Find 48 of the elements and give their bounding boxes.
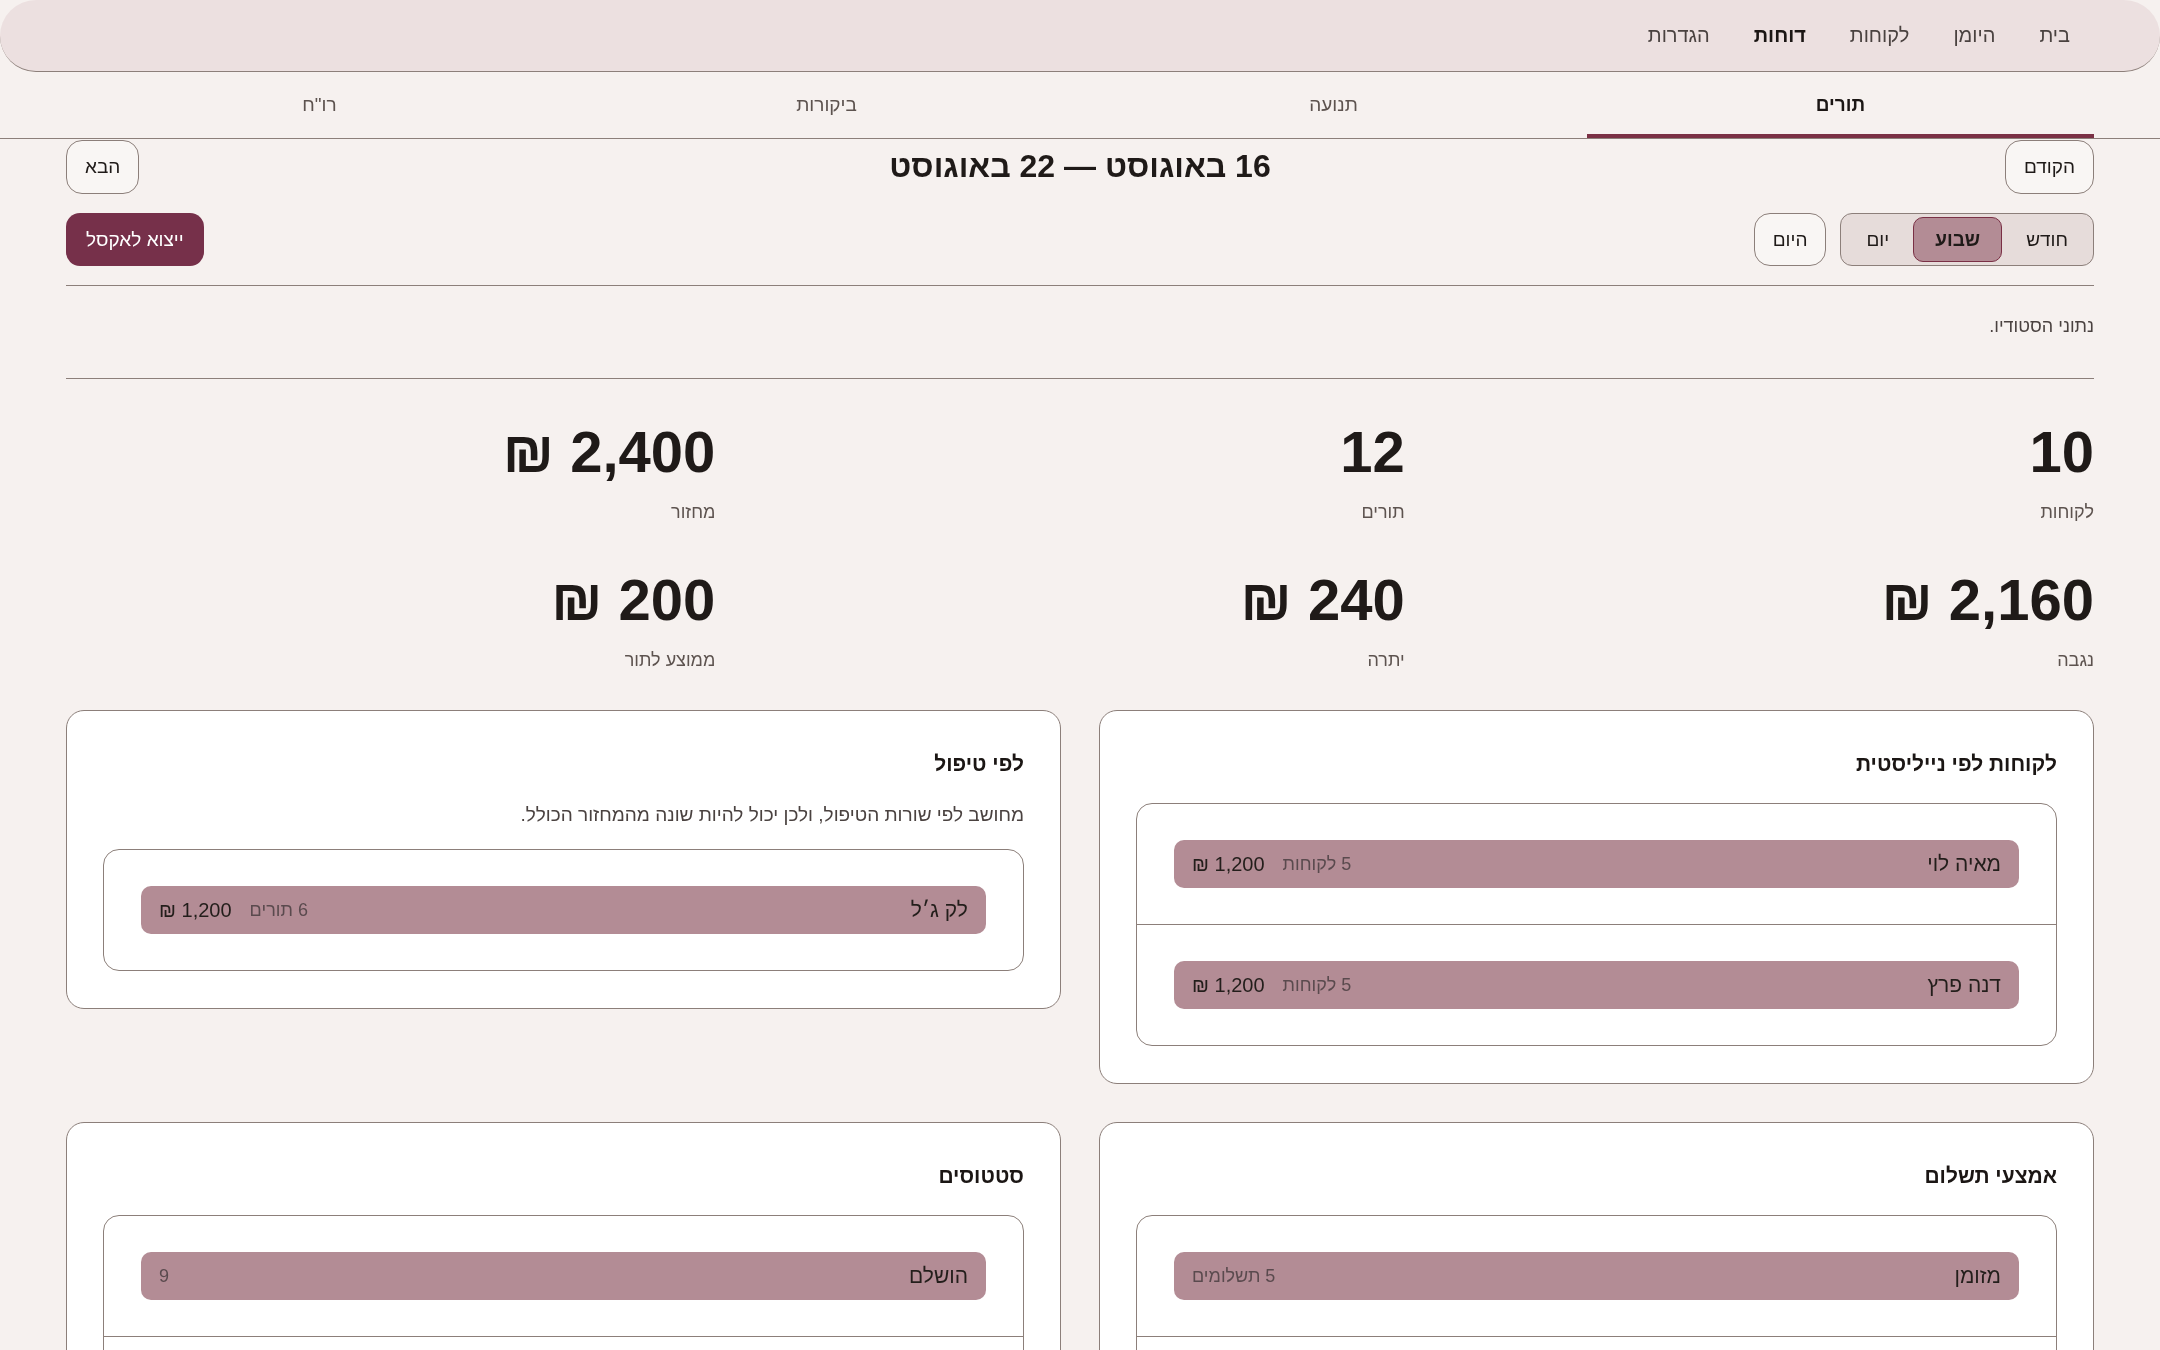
export-button[interactable]: ייצוא לאקסל xyxy=(66,213,204,266)
card-title: לפי טיפול xyxy=(933,751,1024,777)
card-title: אמצעי תשלום xyxy=(1923,1163,2057,1189)
bar-count: 5 לקוחות xyxy=(1282,974,1352,996)
nav-link[interactable]: לקוחות xyxy=(1849,24,1910,47)
bar-count: 5 לקוחות xyxy=(1282,853,1352,875)
nav-link[interactable]: היומן xyxy=(1953,24,1996,47)
bar-count: 5 תשלומים xyxy=(1192,1265,1276,1287)
range-option[interactable]: חודש xyxy=(2004,217,2090,262)
stat-value: 2,400 ₪ xyxy=(502,418,716,486)
bar-amount: 1,200 ₪ xyxy=(159,898,232,922)
bar-amount: 1,200 ₪ xyxy=(1192,973,1265,997)
previous-button[interactable]: הקודם xyxy=(2004,139,2094,194)
range-option[interactable]: שבוע xyxy=(1913,217,2003,262)
stat-value: 12 xyxy=(1340,418,1405,486)
stat-value: 200 ₪ xyxy=(551,566,716,634)
card-description: מחושב לפי שורות הטיפול, ולכן יכול להיות שונה מהמחזור הכולל. xyxy=(519,803,1024,827)
note-text: נתוני הסטודיו. xyxy=(1988,315,2094,338)
stat-label: תורים xyxy=(1361,501,1405,524)
bar-amount: 1,200 ₪ xyxy=(1192,852,1265,876)
stat-value: 240 ₪ xyxy=(1240,566,1405,634)
period-title: 16 באוגוסט — 22 באוגוסט xyxy=(889,148,1271,185)
bar-label: הושלם xyxy=(908,1264,968,1288)
stat-value: 2,160 ₪ xyxy=(1881,566,2094,634)
next-button[interactable]: הבא xyxy=(66,139,140,194)
bar-count: 6 תורים xyxy=(249,899,308,921)
tab[interactable]: ביקורות xyxy=(573,72,1080,138)
bar-label: דנה פרץ xyxy=(1927,973,2001,997)
tab[interactable]: תורים xyxy=(1587,72,2094,138)
tab[interactable]: תנועה xyxy=(1080,72,1587,138)
card-title: לקוחות לפי נייליסטית xyxy=(1854,751,2057,777)
stat-value: 10 xyxy=(2029,418,2094,486)
stat-label: נגבה xyxy=(2057,649,2094,672)
bar-label: מאיה לוי xyxy=(1927,852,2001,876)
stat-label: לקוחות xyxy=(2040,501,2094,524)
bar-label: מזומן xyxy=(1954,1264,2001,1288)
nav-link[interactable]: הגדרות xyxy=(1647,24,1710,47)
stat-label: ממוצע לתור xyxy=(624,649,716,672)
tab[interactable]: רו"ח xyxy=(66,72,573,138)
nav-link[interactable]: בית xyxy=(2039,24,2070,47)
bar-label: לק ג׳ל xyxy=(910,898,968,922)
nav-link[interactable]: דוחות xyxy=(1753,24,1806,47)
stat-label: מחזור xyxy=(671,501,716,524)
bar-count: 9 xyxy=(159,1265,169,1287)
card-title: סטטוסים xyxy=(937,1163,1024,1189)
today-button[interactable]: היום xyxy=(1753,213,1827,266)
stat-label: יתרה xyxy=(1367,649,1405,672)
range-option[interactable]: יום xyxy=(1844,217,1912,262)
